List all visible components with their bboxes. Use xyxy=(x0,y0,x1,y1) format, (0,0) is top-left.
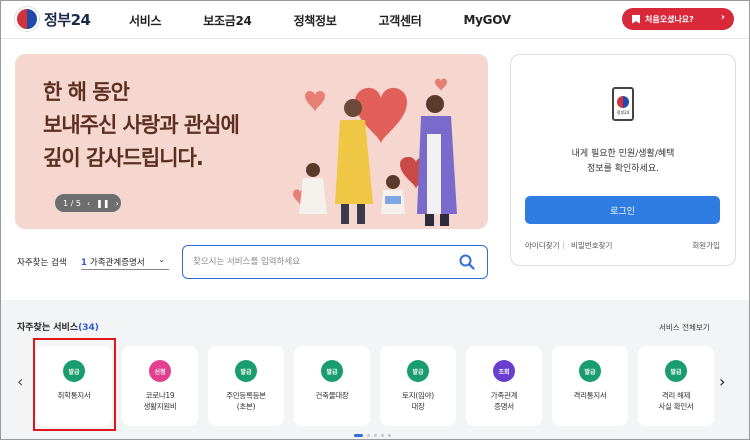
service-label-line-2: 대장 xyxy=(411,402,425,411)
banner-pager[interactable]: 1 / 5 ‹ ❚❚ › xyxy=(55,194,121,212)
login-button[interactable]: 로그인 xyxy=(525,196,720,224)
service-label-line-1: 건축물대장 xyxy=(315,391,349,400)
find-password-link[interactable]: 비밀번호찾기 xyxy=(571,240,612,251)
banner-line-1: 한 해 동안 xyxy=(43,80,130,104)
frequent-search-rank: 1 xyxy=(81,258,87,268)
nav-item-subsidy24[interactable]: 보조금24 xyxy=(203,12,252,29)
main-nav: 서비스 보조금24 정책정보 고객센터 MyGOV xyxy=(129,1,553,39)
carousel-dot[interactable] xyxy=(374,434,377,437)
service-label: 코로나19 생활지원비 xyxy=(122,390,198,412)
view-all-services-link[interactable]: 서비스 전체보기 xyxy=(659,322,710,333)
carousel-dots xyxy=(354,434,391,437)
service-label-line-1: 격리통지서 xyxy=(573,391,607,400)
service-label: 격리 해제사실 확인서 xyxy=(638,390,714,412)
nav-item-policy-info[interactable]: 정책정보 xyxy=(294,12,337,29)
service-card[interactable]: 발급주민등록등본 (초본) xyxy=(208,346,284,426)
service-card[interactable]: 발급토지(임야) 대장 xyxy=(380,346,456,426)
chevron-left-icon[interactable]: ‹ xyxy=(17,372,23,391)
service-badge: 조회 xyxy=(493,360,515,382)
banner-line-2: 보내주신 사랑과 관심에 xyxy=(43,113,240,137)
chevron-right-icon: › xyxy=(720,12,725,23)
service-card[interactable]: 신청코로나19 생활지원비 xyxy=(122,346,198,426)
service-card[interactable]: 발급격리 해제사실 확인서 xyxy=(638,346,714,426)
login-description: 내게 필요한 민원/생활/혜택 정보를 확인하세요. xyxy=(511,147,735,177)
service-label-line-2: (초본) xyxy=(236,402,256,411)
service-label: 격리통지서 xyxy=(552,390,628,401)
signup-link[interactable]: 회원가입 xyxy=(692,240,720,251)
phone-label: 정부24 xyxy=(616,110,630,115)
prev-icon[interactable]: ‹ xyxy=(87,199,90,208)
service-label-line-2: 사실 확인서 xyxy=(658,402,694,411)
frequent-search-select[interactable]: 1 가족관계증명서 ⌄ xyxy=(81,255,169,268)
login-desc-line-1: 내게 필요한 민원/생활/혜택 xyxy=(571,149,675,159)
nav-item-mygov[interactable]: MyGOV xyxy=(464,13,512,27)
chevron-right-icon[interactable]: › xyxy=(719,372,725,391)
search-box xyxy=(182,245,488,279)
service-label-line-1: 토지(임야) xyxy=(402,391,434,400)
find-id-link[interactable]: 아이디찾기 xyxy=(525,240,560,251)
service-badge: 신청 xyxy=(149,360,171,382)
frequent-search-value: 가족관계증명서 xyxy=(89,258,145,268)
service-card[interactable]: 조회가족관계증명서 xyxy=(466,346,542,426)
service-label-line-1: 가족관계 xyxy=(490,391,518,400)
first-visit-button[interactable]: 처음오셨나요? › xyxy=(622,8,734,30)
link-divider xyxy=(563,241,564,249)
taegeuk-mini-icon xyxy=(617,96,629,108)
service-badge: 발급 xyxy=(407,360,429,382)
logo-text: 정부24 xyxy=(44,10,91,29)
service-label-line-2: 생활지원비 xyxy=(143,402,177,411)
next-icon[interactable]: › xyxy=(116,199,119,208)
site-header: 정부24 서비스 보조금24 정책정보 고객센터 MyGOV 처음오셨나요? › xyxy=(1,1,749,39)
service-card[interactable]: 발급격리통지서 xyxy=(552,346,628,426)
service-label-line-1: 코로나19 xyxy=(145,391,175,400)
site-logo[interactable]: 정부24 xyxy=(15,7,91,31)
main-banner[interactable]: 한 해 동안 보내주신 사랑과 관심에 깊이 감사드립니다. 1 / 5 ‹ ❚… xyxy=(15,54,488,229)
family-illustration xyxy=(293,78,457,226)
pause-icon[interactable]: ❚❚ xyxy=(96,199,109,208)
carousel-dot[interactable] xyxy=(388,434,391,437)
frequent-search-label: 자주찾는 검색 xyxy=(17,258,67,268)
banner-page-indicator: 1 / 5 xyxy=(63,198,81,208)
service-badge: 발급 xyxy=(665,360,687,382)
service-badge: 발급 xyxy=(579,360,601,382)
service-label: 주민등록등본 (초본) xyxy=(208,390,284,412)
banner-text: 한 해 동안 보내주신 사랑과 관심에 깊이 감사드립니다. xyxy=(43,76,240,175)
carousel-dot[interactable] xyxy=(367,434,370,437)
service-label: 건축물대장 xyxy=(294,390,370,401)
service-badge: 발급 xyxy=(235,360,257,382)
service-label: 가족관계증명서 xyxy=(466,390,542,412)
select-underline xyxy=(81,269,169,270)
service-card[interactable]: 발급건축물대장 xyxy=(294,346,370,426)
services-count: (34) xyxy=(78,323,99,333)
first-visit-label: 처음오셨나요? xyxy=(645,14,694,24)
login-desc-line-2: 정보를 확인하세요. xyxy=(587,164,659,174)
frequent-services-title: 자주찾는 서비스(34) xyxy=(17,320,99,333)
banner-line-3: 깊이 감사드립니다. xyxy=(43,146,204,170)
chevron-down-icon: ⌄ xyxy=(158,255,165,264)
service-label-line-1: 주민등록등본 xyxy=(226,391,266,400)
service-label-line-2: 증명서 xyxy=(494,402,514,411)
mobile-phone-icon: 정부24 xyxy=(612,87,634,121)
login-panel: 정부24 내게 필요한 민원/생활/혜택 정보를 확인하세요. 로그인 아이디찾… xyxy=(510,54,736,266)
service-badge: 발급 xyxy=(321,360,343,382)
carousel-dot[interactable] xyxy=(381,434,384,437)
carousel-dot-active[interactable] xyxy=(354,434,363,437)
highlight-box xyxy=(33,338,116,431)
services-title-text: 자주찾는 서비스 xyxy=(17,323,79,333)
nav-item-customer-center[interactable]: 고객센터 xyxy=(379,12,422,29)
bookmark-icon xyxy=(632,14,640,24)
service-label-line-1: 격리 해제 xyxy=(661,391,691,400)
search-input[interactable] xyxy=(193,254,453,270)
page-frame: 정부24 서비스 보조금24 정책정보 고객센터 MyGOV 처음오셨나요? ›… xyxy=(0,0,750,440)
search-icon[interactable] xyxy=(459,254,475,270)
service-label: 토지(임야) 대장 xyxy=(380,390,456,412)
taegeuk-logo-icon xyxy=(15,7,39,31)
nav-item-services[interactable]: 서비스 xyxy=(129,12,162,29)
